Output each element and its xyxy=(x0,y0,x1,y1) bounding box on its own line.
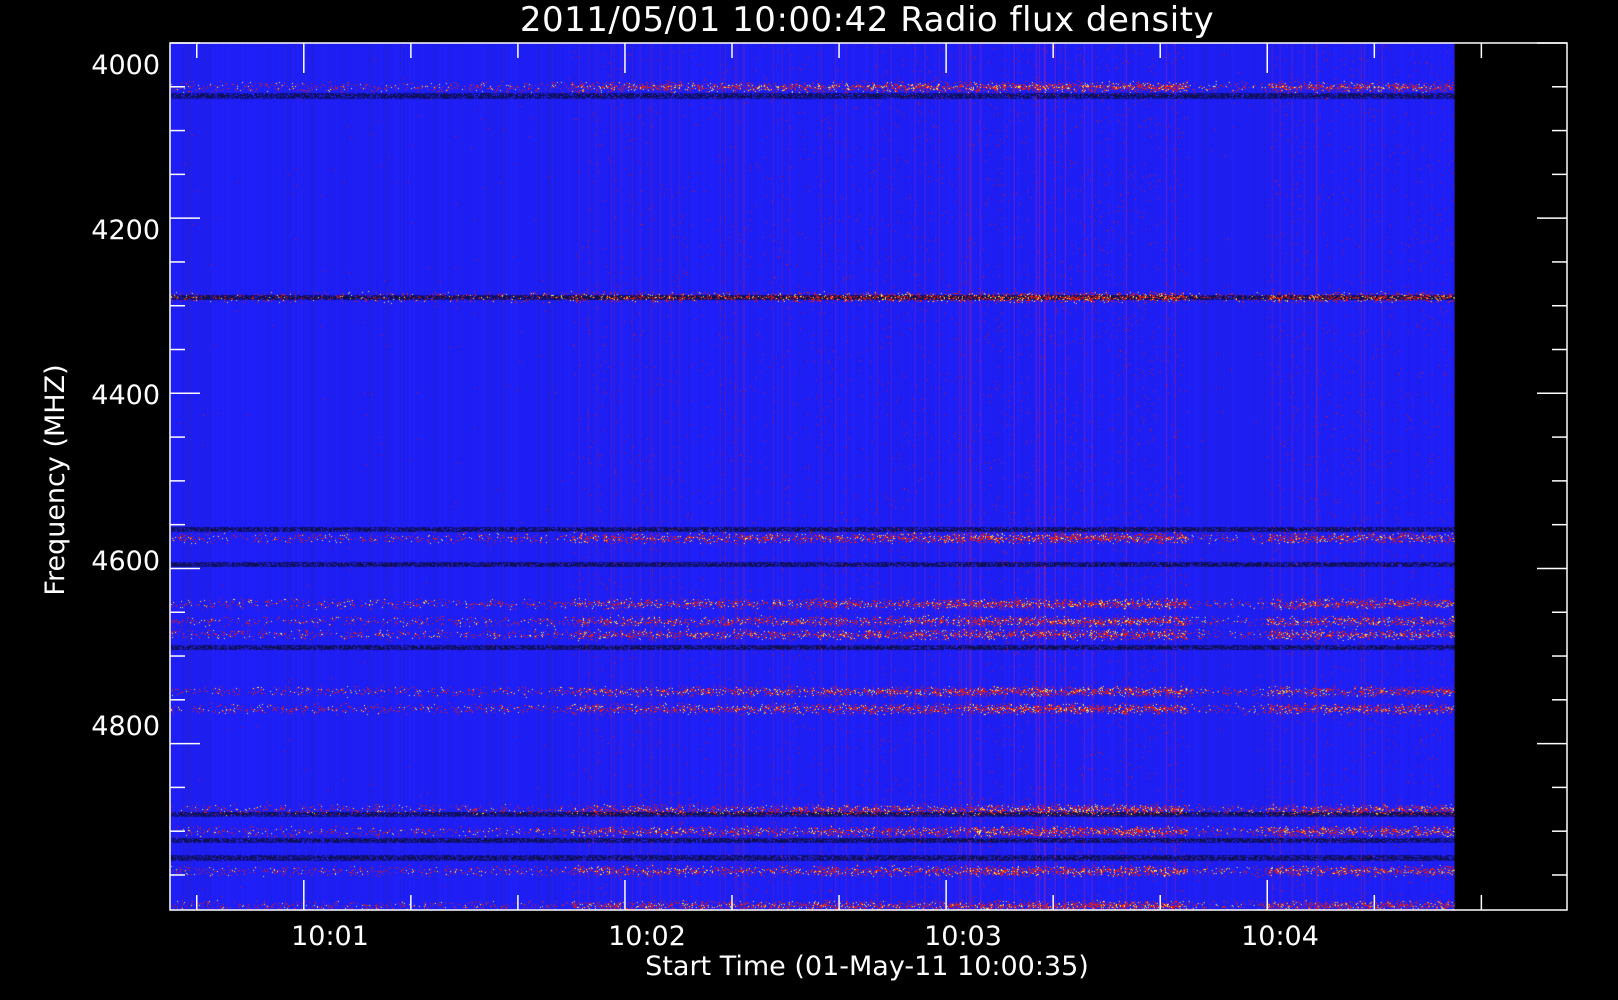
y-tick-label: 4800 xyxy=(91,711,160,742)
y-tick-label: 4000 xyxy=(91,50,160,81)
x-tick-label: 10:03 xyxy=(924,921,1002,952)
y-tick-label: 4600 xyxy=(91,546,160,577)
y-tick-label: 4200 xyxy=(91,215,160,246)
x-tick-label: 10:01 xyxy=(291,921,369,952)
x-axis-label: Start Time (01-May-11 10:00:35) xyxy=(645,951,1089,982)
y-tick-label: 4400 xyxy=(91,380,160,411)
spectrogram-chart: 2011/05/01 10:00:42 Radio flux density 4… xyxy=(0,0,1618,1000)
x-tick-label: 10:04 xyxy=(1241,921,1319,952)
spectrogram-heatmap xyxy=(170,43,1455,910)
heatmap-area xyxy=(170,43,1455,910)
y-axis-label: Frequency (MHZ) xyxy=(40,364,71,595)
chart-title: 2011/05/01 10:00:42 Radio flux density xyxy=(520,0,1214,40)
x-tick-label: 10:02 xyxy=(608,921,686,952)
